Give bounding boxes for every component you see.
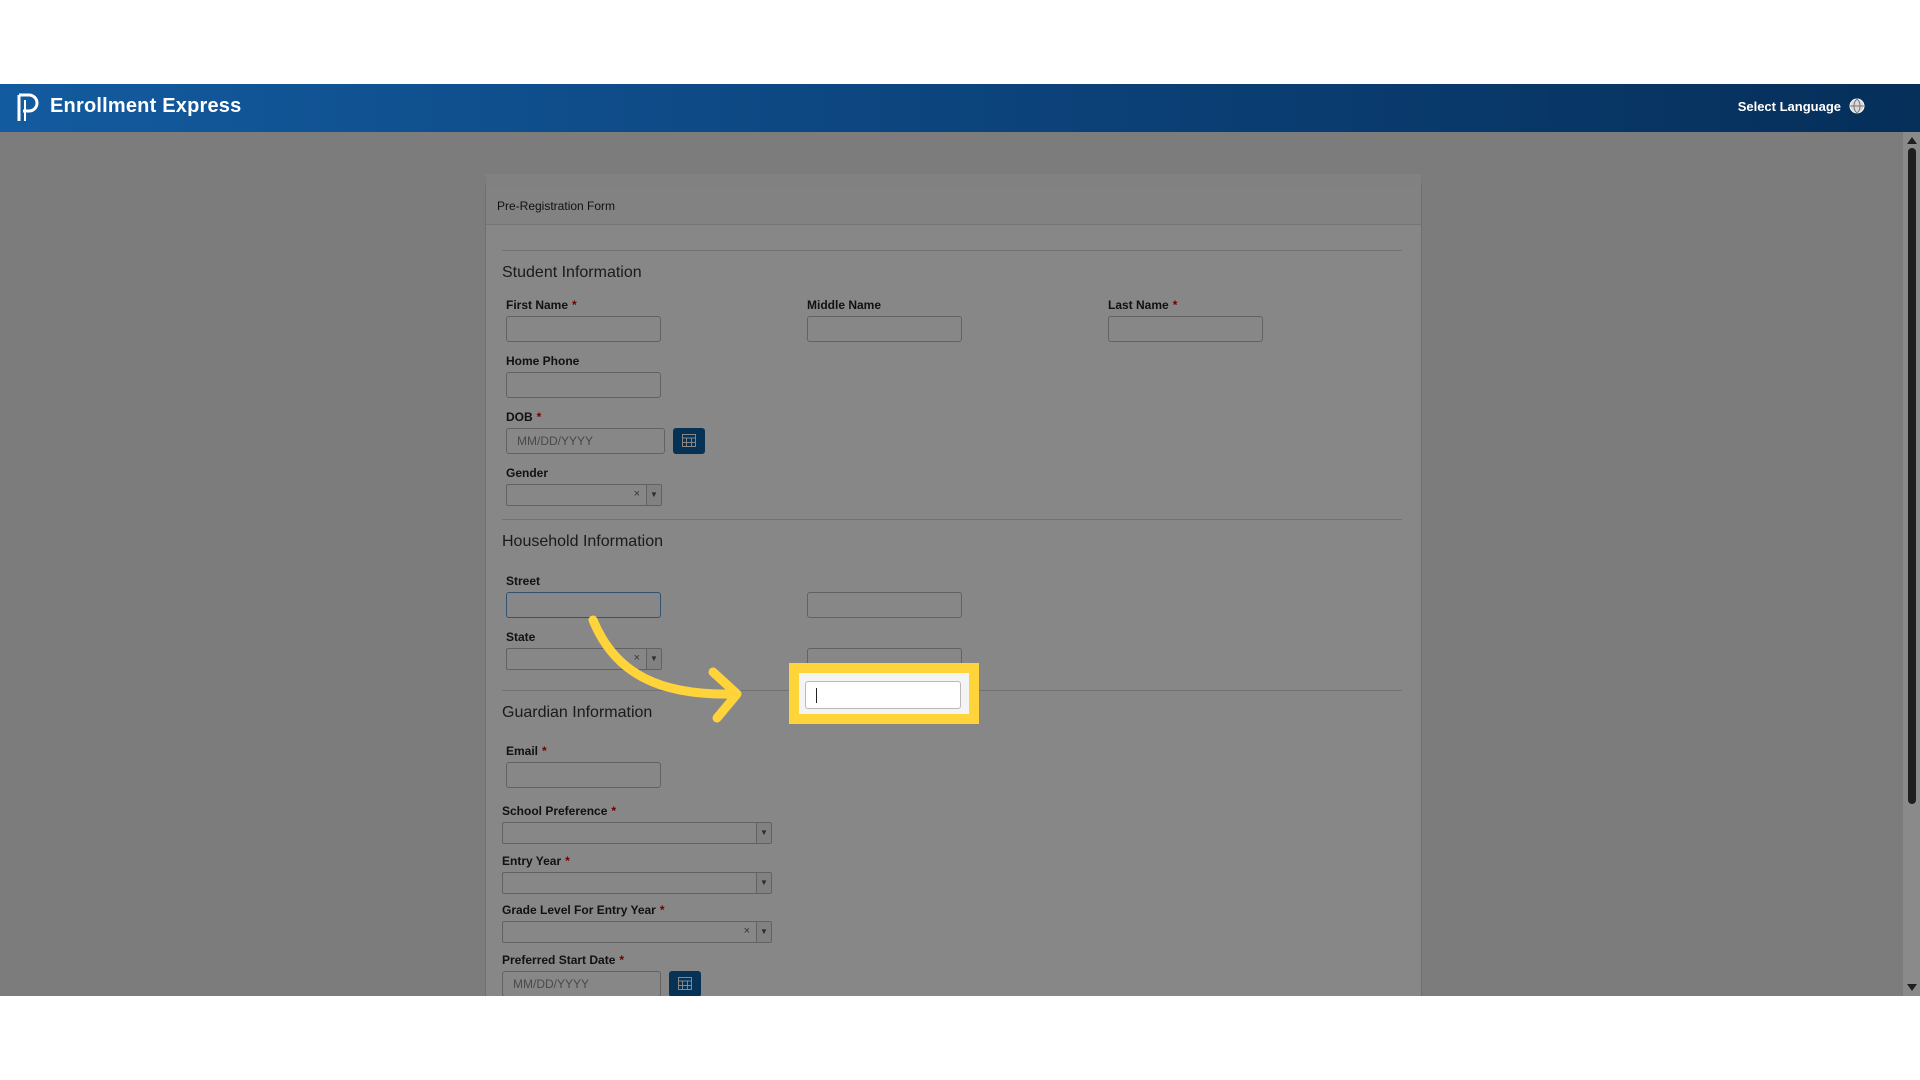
text-caret <box>816 688 817 703</box>
scroll-up-icon[interactable] <box>1907 137 1917 144</box>
select-language-label[interactable]: Select Language <box>1738 99 1841 114</box>
pointer-arrow-icon <box>588 615 742 723</box>
language-selector[interactable]: Select Language <box>1738 98 1865 114</box>
top-bar: Enrollment Express Select Language <box>0 84 1920 132</box>
city-field-highlight <box>789 663 979 724</box>
scroll-down-icon[interactable] <box>1907 984 1917 991</box>
powerschool-logo-icon <box>17 93 39 121</box>
app-title: Enrollment Express <box>50 95 242 117</box>
dim-overlay <box>0 132 1920 996</box>
app-viewport: Enrollment Express Select Language Pre-R… <box>0 84 1920 996</box>
city-input[interactable] <box>805 681 961 709</box>
scrollbar-thumb[interactable] <box>1908 148 1916 804</box>
globe-icon[interactable] <box>1849 98 1865 114</box>
scrollbar[interactable] <box>1903 132 1920 996</box>
